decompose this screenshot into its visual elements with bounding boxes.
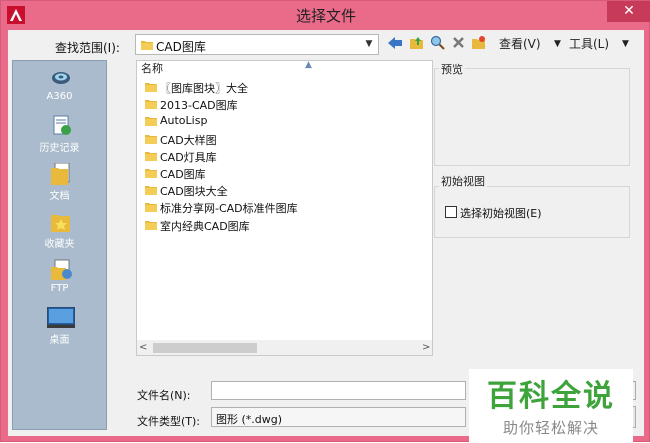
sort-ascending-icon: ▲ — [305, 60, 312, 70]
folder-icon — [145, 115, 157, 129]
back-arrow-icon[interactable] — [388, 36, 402, 53]
filename-input[interactable] — [211, 381, 466, 400]
place-label: 历史记录 — [39, 143, 80, 154]
folder-icon — [145, 201, 157, 215]
list-item[interactable]: CAD大样图 — [141, 131, 421, 148]
folder-icon — [145, 219, 157, 233]
up-folder-icon[interactable] — [409, 35, 424, 53]
tools-menu-label[interactable]: 工具(L) — [569, 35, 609, 53]
dialog-body: 查找范围(I): CAD图库 ▼ 查看(V) ▼ 工具(L) ▼ A360 历史… — [8, 30, 644, 443]
places-bar: A360 历史记录 文档 收藏夹 FTP 桌面 — [12, 60, 107, 430]
list-item-label: 室内经典CAD图库 — [160, 219, 250, 233]
filetype-combo[interactable]: 图形 (*.dwg) — [211, 407, 466, 427]
horizontal-scrollbar[interactable]: < > — [137, 340, 432, 355]
chevron-down-icon[interactable]: ▼ — [622, 35, 629, 53]
scrollbar-thumb[interactable] — [153, 343, 257, 353]
list-item-label: CAD图库 — [160, 168, 206, 181]
name-column-label: 名称 — [141, 62, 163, 75]
place-label: 桌面 — [49, 335, 70, 346]
place-label: 文档 — [49, 191, 70, 202]
list-item-label: CAD大样图 — [160, 133, 217, 147]
file-list[interactable]: 名称 ▲ 〖图库图块〗大全 2013-CAD图库 AutoLisp CAD大样图 CAD… — [136, 60, 433, 356]
folder-icon — [145, 81, 157, 95]
select-initial-view-label[interactable]: 选择初始视图(E) — [460, 205, 542, 221]
list-item[interactable]: CAD图库 — [141, 165, 421, 182]
folder-icon — [141, 39, 153, 53]
look-in-combo[interactable]: CAD图库 ▼ — [135, 34, 379, 55]
list-item[interactable]: 室内经典CAD图库 — [141, 217, 421, 234]
list-item[interactable]: 〖图库图块〗大全 — [141, 79, 421, 96]
initial-view-label: 初始视图 — [439, 173, 487, 189]
select-initial-view-checkbox[interactable] — [445, 206, 457, 218]
list-item-label: CAD图块大全 — [160, 185, 228, 199]
list-item[interactable]: 2013-CAD图库 — [141, 96, 421, 113]
file-dialog-window: 选择文件 ✕ 查找范围(I): CAD图库 ▼ 查看(V) ▼ 工具(L) ▼ … — [0, 0, 650, 443]
folder-icon — [145, 98, 157, 112]
place-desktop[interactable]: 桌面 — [13, 305, 106, 351]
preview-label: 预览 — [439, 61, 465, 77]
new-folder-icon[interactable] — [471, 35, 486, 53]
filename-label: 文件名(N): — [137, 389, 191, 402]
place-ftp[interactable]: FTP — [13, 257, 106, 303]
folder-icon — [145, 133, 157, 147]
look-in-value: CAD图库 — [156, 40, 206, 54]
watermark-title: 百科全说 — [487, 379, 615, 414]
ftp-icon — [51, 259, 72, 280]
history-icon — [51, 115, 71, 135]
desktop-icon — [46, 306, 76, 328]
place-label: 收藏夹 — [44, 239, 75, 250]
list-item-label: AutoLisp — [160, 114, 208, 128]
watermark-subtitle: 助你轻松解决 — [502, 419, 599, 437]
list-item-label: CAD灯具库 — [160, 150, 217, 164]
folder-icon — [145, 167, 157, 181]
chevron-down-icon[interactable]: ▼ — [554, 35, 561, 53]
place-documents[interactable]: 文档 — [13, 161, 106, 207]
scroll-left-icon[interactable]: < — [139, 340, 147, 355]
list-item[interactable]: CAD图块大全 — [141, 182, 421, 199]
preview-box — [434, 68, 630, 166]
close-button[interactable]: ✕ — [607, 1, 650, 22]
filetype-value: 图形 (*.dwg) — [216, 413, 283, 426]
place-label: A360 — [46, 91, 73, 102]
filetype-label: 文件类型(T): — [137, 415, 201, 428]
list-item[interactable]: 标准分享网-CAD标准件图库 — [141, 199, 421, 216]
watermark-overlay: 百科全说 助你轻松解决 — [469, 369, 633, 443]
name-column-header[interactable]: 名称 ▲ — [137, 60, 432, 77]
folder-icon — [145, 184, 157, 198]
favorites-icon — [51, 211, 71, 232]
list-item-label: 〖图库图块〗大全 — [160, 82, 248, 95]
documents-icon — [51, 162, 71, 185]
delete-icon[interactable] — [452, 36, 465, 52]
list-item[interactable]: AutoLisp — [141, 113, 421, 130]
title-bar[interactable]: 选择文件 ✕ — [1, 1, 650, 29]
place-history[interactable]: 历史记录 — [13, 113, 106, 159]
chevron-down-icon[interactable]: ▼ — [362, 37, 376, 52]
place-favorites[interactable]: 收藏夹 — [13, 209, 106, 255]
look-in-label: 查找范围(I): — [55, 41, 120, 55]
window-title: 选择文件 — [295, 7, 356, 25]
views-menu-label[interactable]: 查看(V) — [499, 35, 541, 53]
a360-cloud-icon — [51, 67, 71, 87]
folder-icon — [145, 150, 157, 164]
list-item-label: 标准分享网-CAD标准件图库 — [160, 202, 298, 216]
place-a360[interactable]: A360 — [13, 65, 106, 111]
list-item-label: 2013-CAD图库 — [160, 99, 238, 113]
scroll-right-icon[interactable]: > — [422, 340, 430, 355]
search-web-icon[interactable] — [430, 35, 445, 53]
place-label: FTP — [50, 283, 69, 294]
list-item[interactable]: CAD灯具库 — [141, 148, 421, 165]
